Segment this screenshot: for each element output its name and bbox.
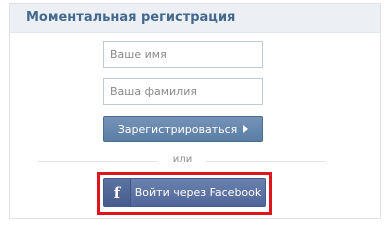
- first-name-input[interactable]: [103, 41, 263, 68]
- divider-left: [38, 161, 158, 162]
- last-name-input[interactable]: [103, 78, 263, 105]
- facebook-login-button[interactable]: f Войти через Facebook: [103, 178, 266, 207]
- register-button-label: Зарегистрироваться: [117, 122, 238, 136]
- registration-panel: Моментальная регистрация Зарегистрироват…: [9, 3, 381, 219]
- panel-header: Моментальная регистрация: [10, 4, 380, 33]
- panel-title: Моментальная регистрация: [26, 10, 236, 25]
- or-separator-text: или: [172, 154, 193, 165]
- arrow-right-icon: [243, 125, 249, 133]
- facebook-icon: f: [104, 179, 131, 206]
- divider-right: [206, 161, 326, 162]
- facebook-login-label: Войти через Facebook: [134, 186, 262, 199]
- register-button[interactable]: Зарегистрироваться: [103, 116, 263, 142]
